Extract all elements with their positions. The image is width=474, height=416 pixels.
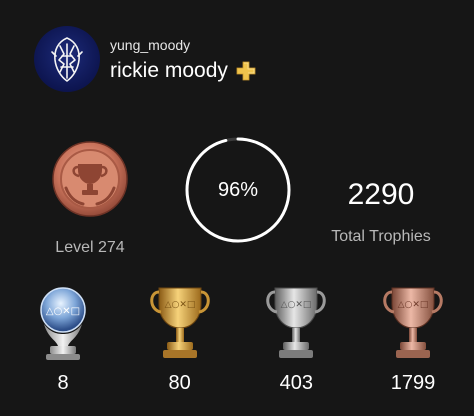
svg-text:△○✕□: △○✕□ (281, 300, 312, 310)
svg-text:△○✕□: △○✕□ (398, 300, 429, 310)
trophy-counts-row: △○✕□ 8 △○✕□ 80 △○✕□ 403 △○✕□ 1799 (18, 280, 458, 395)
platinum-count: 8 (57, 372, 69, 394)
real-name: rickie moody (110, 59, 228, 82)
total-trophies-block[interactable]: 2290 Total Trophies (316, 178, 446, 246)
trophy-progress-label: 96% (217, 178, 259, 201)
silver-count: 403 (279, 372, 313, 394)
gold-trophy[interactable]: △○✕□ 80 (135, 280, 225, 395)
level-trophy-medal-icon (52, 141, 128, 217)
bronze-trophy[interactable]: △○✕□ 1799 (368, 280, 458, 395)
gold-trophy-icon: △○✕□ (149, 287, 210, 358)
svg-text:△○✕□: △○✕□ (46, 306, 80, 317)
svg-text:△○✕□: △○✕□ (164, 300, 195, 310)
silver-trophy[interactable]: △○✕□ 403 (251, 280, 341, 395)
total-trophies-label: Total Trophies (331, 228, 431, 245)
total-trophies-value: 2290 (347, 178, 415, 211)
bronze-trophy-icon: △○✕□ (383, 287, 443, 358)
profile-header: yung_moody rickie moody (34, 26, 256, 92)
avatar-icon (51, 37, 83, 82)
online-id: yung_moody (110, 37, 191, 53)
avatar[interactable] (34, 26, 100, 92)
gold-count: 80 (168, 372, 191, 394)
bronze-count: 1799 (390, 372, 436, 394)
silver-trophy-icon: △○✕□ (266, 287, 327, 358)
platinum-trophy[interactable]: △○✕□ 8 (18, 280, 108, 395)
level-label: Level 274 (55, 239, 125, 256)
ps-plus-icon (236, 61, 256, 81)
platinum-trophy-icon: △○✕□ (40, 287, 86, 360)
real-name-row: rickie moody (110, 59, 256, 83)
level-block[interactable]: Level 274 (40, 140, 140, 257)
